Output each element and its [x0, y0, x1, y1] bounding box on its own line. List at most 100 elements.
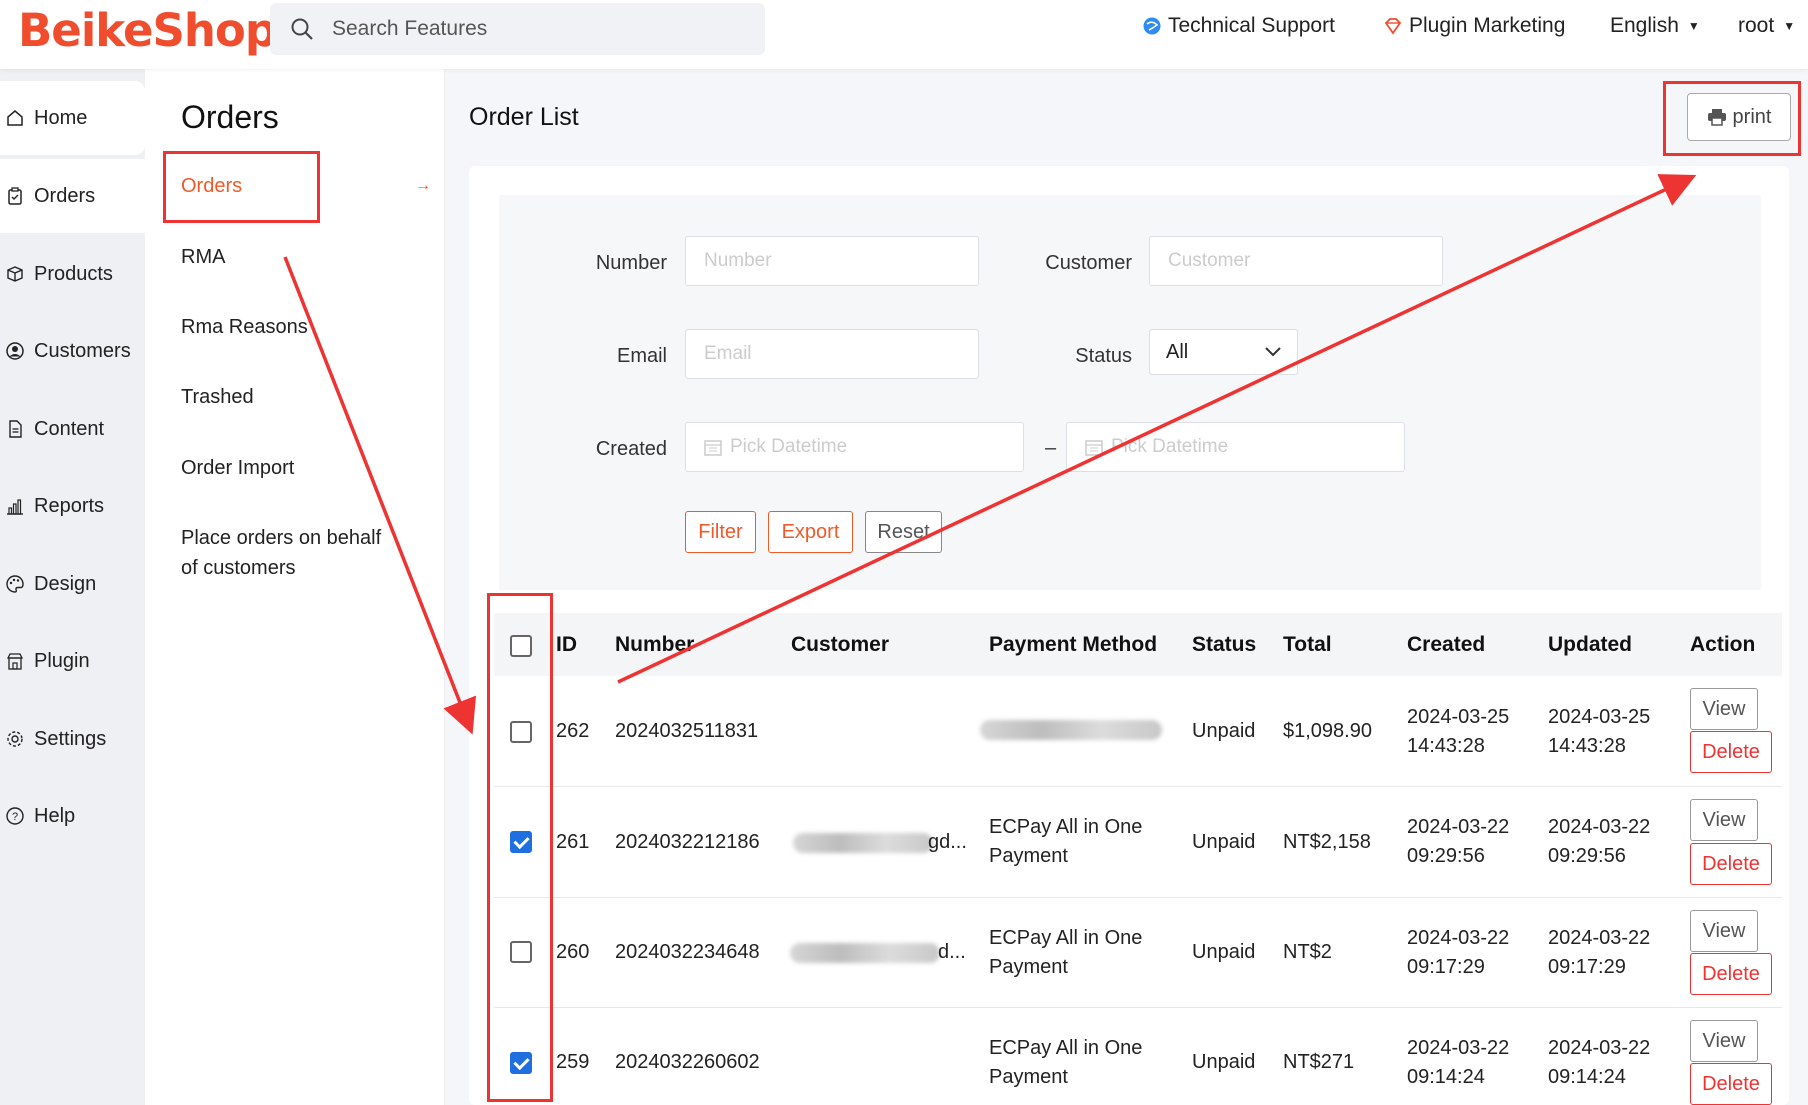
help-icon: ?	[6, 807, 24, 825]
annotation-box-checkboxes	[487, 593, 553, 1102]
email-input[interactable]: Email	[685, 329, 979, 379]
language-dropdown[interactable]: English ▼	[1610, 14, 1700, 38]
number-placeholder: Number	[704, 250, 772, 271]
sidebar-item-label: Reports	[34, 494, 105, 517]
row-payment-line1: ECPay All in One	[989, 816, 1143, 838]
view-button[interactable]: View	[1690, 1020, 1758, 1062]
main-sidebar: Home Orders Products Customers Content R…	[0, 69, 145, 1105]
row-created-time: 14:43:28	[1407, 735, 1485, 757]
row-payment-line1: ECPay All in One	[989, 927, 1143, 949]
sidebar-item-label: Design	[34, 572, 97, 595]
row-number: 2024032212186	[615, 831, 760, 853]
row-id: 260	[556, 941, 590, 963]
box-icon	[7, 266, 23, 282]
row-total: $1,098.90	[1283, 720, 1372, 742]
row-payment-line2: Payment	[989, 956, 1068, 978]
redacted-customer	[790, 943, 940, 963]
view-button[interactable]: View	[1690, 799, 1758, 841]
bar-chart-icon	[7, 499, 23, 515]
caret-down-icon: ▼	[1687, 19, 1700, 33]
created-to-input[interactable]: Pick Datetime	[1066, 422, 1405, 472]
annotation-box-print	[1663, 81, 1801, 156]
subnav-item-place-orders-line2[interactable]: of customers	[181, 557, 295, 580]
col-total: Total	[1283, 633, 1332, 656]
export-button[interactable]: Export	[768, 511, 853, 553]
gear-icon	[7, 731, 23, 747]
user-dropdown[interactable]: root ▼	[1738, 14, 1795, 38]
delete-button[interactable]: Delete	[1690, 953, 1772, 995]
status-select[interactable]: All	[1149, 329, 1298, 375]
sidebar-item-settings[interactable]: Settings	[0, 702, 145, 776]
sidebar-item-customers[interactable]: Customers	[0, 314, 145, 388]
subnav-item-order-import[interactable]: Order Import	[181, 457, 294, 480]
row-divider	[494, 1007, 1782, 1008]
row-status: Unpaid	[1192, 831, 1256, 853]
sidebar-item-content[interactable]: Content	[0, 392, 145, 466]
calendar-icon	[1085, 440, 1103, 456]
row-total: NT$271	[1283, 1051, 1355, 1073]
row-total: NT$2,158	[1283, 831, 1371, 853]
sidebar-item-label: Content	[34, 417, 105, 440]
plugin-marketing-label: Plugin Marketing	[1409, 14, 1566, 37]
row-updated-date: 2024-03-22	[1548, 927, 1651, 949]
search-input[interactable]	[332, 11, 732, 47]
view-button[interactable]: View	[1690, 688, 1758, 730]
document-icon	[9, 420, 22, 438]
subnav-item-rma-reasons[interactable]: Rma Reasons	[181, 316, 308, 339]
annotation-box-orders	[163, 151, 320, 223]
number-input[interactable]: Number	[685, 236, 979, 286]
row-updated-time: 09:14:24	[1548, 1066, 1626, 1088]
chevron-down-icon	[1265, 347, 1281, 357]
row-created-time: 09:17:29	[1407, 956, 1485, 978]
row-customer: d...	[938, 941, 966, 963]
number-label: Number	[595, 252, 667, 274]
subnav-title: Orders	[181, 99, 279, 135]
delete-button[interactable]: Delete	[1690, 843, 1772, 885]
technical-support-link[interactable]: Technical Support	[1142, 14, 1335, 38]
col-id: ID	[556, 633, 577, 656]
brand-logo[interactable]: BeikeShop	[18, 4, 277, 57]
sidebar-item-plugin[interactable]: Plugin	[0, 624, 145, 698]
search-bar[interactable]	[270, 3, 765, 55]
view-button[interactable]: View	[1690, 910, 1758, 952]
email-placeholder: Email	[704, 343, 752, 364]
customer-input[interactable]: Customer	[1149, 236, 1443, 286]
date-placeholder: Pick Datetime	[1111, 436, 1229, 457]
row-number: 2024032511831	[615, 720, 759, 742]
row-updated-date: 2024-03-22	[1548, 1037, 1651, 1059]
row-updated-time: 09:17:29	[1548, 956, 1626, 978]
sidebar-item-orders[interactable]: Orders	[0, 159, 145, 233]
row-divider	[494, 897, 1782, 898]
customer-placeholder: Customer	[1168, 250, 1251, 271]
row-customer: gd...	[928, 831, 967, 853]
sidebar-item-help[interactable]: ? Help	[0, 779, 145, 853]
email-label: Email	[616, 345, 667, 367]
subnav-item-rma[interactable]: RMA	[181, 246, 225, 269]
sidebar-item-design[interactable]: Design	[0, 547, 145, 621]
plugin-marketing-link[interactable]: Plugin Marketing	[1383, 14, 1565, 38]
redacted-customer	[793, 833, 933, 853]
store-icon	[6, 653, 24, 670]
palette-icon	[6, 575, 24, 593]
delete-button[interactable]: Delete	[1690, 731, 1772, 773]
subnav-item-trashed[interactable]: Trashed	[181, 386, 254, 409]
customer-label: Customer	[1045, 252, 1132, 274]
subnav-item-place-orders[interactable]: Place orders on behalf	[181, 527, 381, 550]
language-label: English	[1610, 14, 1679, 37]
created-from-input[interactable]: Pick Datetime	[685, 422, 1024, 472]
sidebar-item-home[interactable]: Home	[0, 81, 145, 155]
row-updated-time: 09:29:56	[1548, 845, 1626, 867]
row-created-date: 2024-03-22	[1407, 1037, 1510, 1059]
row-total: NT$2	[1283, 941, 1332, 963]
delete-button[interactable]: Delete	[1690, 1063, 1772, 1105]
sidebar-item-reports[interactable]: Reports	[0, 469, 145, 543]
reset-button[interactable]: Reset	[865, 511, 942, 553]
filter-button[interactable]: Filter	[685, 511, 756, 553]
clipboard-icon	[8, 187, 22, 205]
search-icon	[291, 18, 313, 40]
row-created-date: 2024-03-22	[1407, 816, 1510, 838]
col-created: Created	[1407, 633, 1486, 656]
col-updated: Updated	[1548, 633, 1632, 656]
sidebar-item-products[interactable]: Products	[0, 237, 145, 311]
sidebar-item-label: Help	[34, 804, 76, 827]
